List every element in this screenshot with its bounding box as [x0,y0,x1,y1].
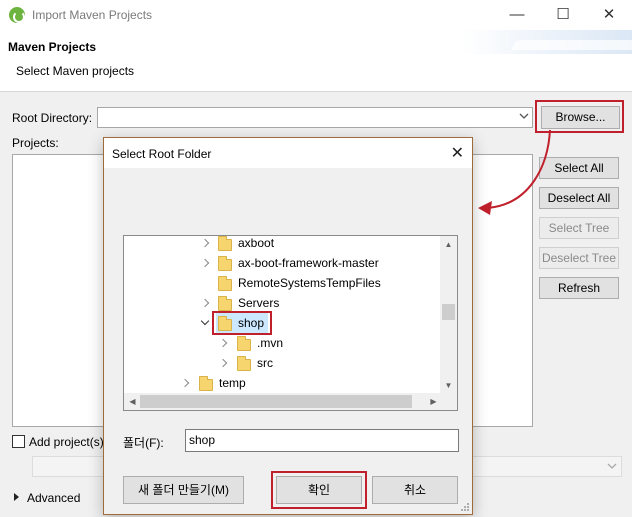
dialog-titlebar: Select Root Folder ✕ [104,138,472,168]
tree-item-label: axboot [238,236,275,250]
advanced-toggle[interactable]: Advanced [27,491,80,505]
folder-icon [237,356,251,371]
tree-item-label: src [257,356,273,370]
folder-icon [218,256,232,271]
close-button[interactable]: ✕ [586,0,632,30]
chevron-right-icon[interactable] [180,378,190,388]
tree-item-label: ax-boot-framework-master [238,256,379,270]
page-title: Maven Projects [8,40,97,54]
scroll-up-icon[interactable]: ▲ [440,236,457,253]
chevron-right-icon[interactable] [200,298,210,308]
window-title: Import Maven Projects [32,8,153,22]
page-subtitle: Select Maven projects [16,64,135,78]
chevron-right-icon[interactable] [218,338,228,348]
chevron-down-icon[interactable] [607,461,617,471]
tree-item-src[interactable]: src [124,353,442,373]
folder-icon [199,376,213,391]
scroll-left-icon[interactable]: ◀ [124,393,141,410]
folder-tree[interactable]: axboot ax-boot-framework-master RemoteSy… [123,235,458,411]
root-directory-combo[interactable] [97,107,533,128]
chevron-down-icon[interactable] [200,316,210,326]
folder-icon [218,296,232,311]
chevron-right-icon[interactable] [218,358,228,368]
chevron-right-icon[interactable] [200,258,210,268]
folder-label: 폴더(F): [123,436,164,450]
chevron-down-icon[interactable] [519,111,529,121]
tree-item-remotesystemstempfiles[interactable]: RemoteSystemsTempFiles [124,273,442,293]
select-root-folder-dialog: Select Root Folder ✕ axboot ax-boot-fram… [103,137,473,515]
ok-highlight-box [271,471,367,509]
root-directory-label: Root Directory: [12,111,93,125]
refresh-button[interactable]: Refresh [539,277,619,299]
tree-item-label: temp [219,376,246,390]
minimize-button[interactable]: — [494,0,540,30]
horizontal-scroll-thumb[interactable] [140,395,412,408]
vertical-scrollbar[interactable]: ▲ ▼ [440,236,457,394]
tree-item-ax-boot-framework-master[interactable]: ax-boot-framework-master [124,253,442,273]
tree-item-shop[interactable]: shop [124,313,442,333]
folder-icon [218,236,232,251]
projects-label: Projects: [12,136,59,150]
tree-item-servers[interactable]: Servers [124,293,442,313]
chevron-right-icon[interactable] [200,238,210,248]
tree-item-mvn[interactable]: .mvn [124,333,442,353]
expand-advanced-icon[interactable] [14,493,19,501]
horizontal-scrollbar[interactable]: ◀ ▶ [124,393,457,410]
tree-item-axboot[interactable]: axboot [124,236,442,253]
folder-input[interactable]: shop [185,429,459,452]
cancel-button[interactable]: 취소 [372,476,458,504]
folder-icon [237,336,251,351]
folder-icon [218,276,232,291]
wizard-header: Maven Projects Select Maven projects [0,30,632,92]
tree-item-temp[interactable]: temp [124,373,442,393]
dialog-title: Select Root Folder [112,147,212,161]
resize-grip-icon[interactable] [460,502,470,512]
tree-item-label: RemoteSystemsTempFiles [238,276,381,290]
red-arrow-annotation [478,129,551,215]
window-titlebar: Import Maven Projects — ☐ ✕ [0,0,632,30]
add-to-working-set-checkbox[interactable] [12,435,25,448]
scroll-right-icon[interactable]: ▶ [425,393,442,410]
shop-highlight-box [212,311,272,335]
header-banner-swoosh [512,40,632,50]
vertical-scroll-thumb[interactable] [442,304,455,320]
maximize-button[interactable]: ☐ [540,0,586,30]
scroll-down-icon[interactable]: ▼ [440,377,457,394]
deselect-tree-button[interactable]: Deselect Tree [539,247,619,269]
tree-item-label: Servers [238,296,280,310]
add-to-working-set-label: Add project(s) [29,435,104,449]
new-folder-button[interactable]: 새 폴더 만들기(M) [123,476,244,504]
dialog-close-button[interactable]: ✕ [451,143,464,163]
tree-item-label: .mvn [257,336,284,350]
spring-logo-icon [9,7,25,23]
